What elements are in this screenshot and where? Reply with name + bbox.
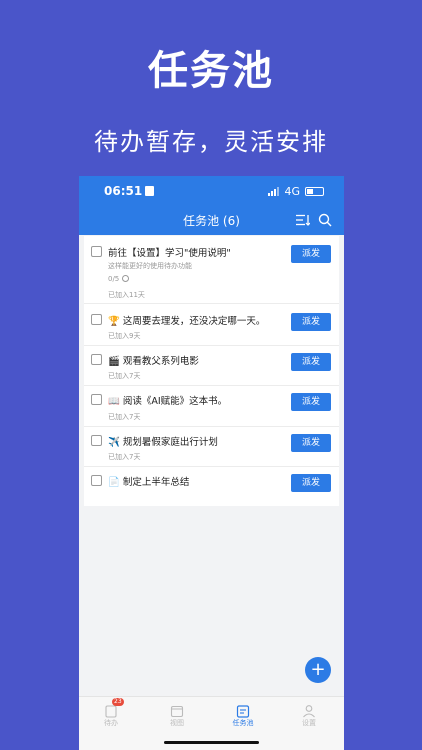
tab-label: 待办 — [104, 719, 118, 727]
task-checkbox[interactable] — [91, 246, 102, 257]
task-checkbox[interactable] — [91, 314, 102, 325]
task-title: 🏆 这周要去理发，还没决定哪一天。 — [108, 316, 266, 327]
nav-bar: 任务池 (6) — [79, 206, 344, 235]
lock-icon — [145, 186, 155, 196]
dispatch-button[interactable]: 派发 — [291, 313, 331, 331]
task-checkbox[interactable] — [91, 475, 102, 486]
person-icon — [302, 703, 316, 718]
tab-view[interactable]: 视图 — [157, 703, 197, 728]
task-title: 🎬 观看教父系列电影 — [108, 356, 199, 367]
promo-title: 任务池 — [148, 48, 274, 94]
expand-icon[interactable] — [122, 275, 130, 282]
task-desc: 这样能更好的使用待办功能 — [108, 262, 192, 270]
task-title: ✈️ 规划暑假家庭出行计划 — [108, 437, 218, 448]
task-checkbox[interactable] — [91, 394, 102, 405]
task-item[interactable]: 🎬 观看教父系列电影 已加入7天 派发 — [84, 346, 339, 386]
task-pool-icon — [236, 703, 250, 718]
tab-settings[interactable]: 设置 — [289, 703, 329, 728]
status-time: 06:51 — [104, 184, 143, 198]
task-item[interactable]: 📄 制定上半年总结 派发 — [84, 467, 339, 506]
status-indicators: 4G — [268, 185, 324, 198]
task-item[interactable]: 📖 阅读《AI赋能》这本书。 已加入7天 派发 — [84, 386, 339, 427]
task-added: 已加入7天 — [108, 453, 141, 461]
task-checkbox[interactable] — [91, 435, 102, 446]
task-progress-text: 0/5 — [108, 275, 120, 283]
battery-icon — [305, 187, 324, 196]
sort-icon[interactable] — [296, 214, 310, 226]
tab-task-pool[interactable]: 任务池 — [223, 703, 263, 728]
dispatch-button[interactable]: 派发 — [291, 245, 331, 263]
dispatch-button[interactable]: 派发 — [291, 353, 331, 371]
task-title: 前往【设置】学习"使用说明" — [108, 248, 231, 259]
task-list: 前往【设置】学习"使用说明" 这样能更好的使用待办功能 0/5 已加入11天 派… — [84, 236, 339, 506]
signal-icon — [268, 187, 280, 196]
home-indicator — [164, 741, 259, 744]
status-bar: 06:51 4G — [79, 176, 344, 206]
todo-badge: 23 — [112, 698, 124, 706]
tab-label: 视图 — [170, 719, 184, 727]
dispatch-button[interactable]: 派发 — [291, 474, 331, 492]
status-time-wrap: 06:51 — [104, 184, 155, 198]
add-task-button[interactable]: + — [305, 657, 331, 683]
task-added: 已加入7天 — [108, 372, 141, 380]
checklist-icon: 23 — [104, 698, 124, 718]
search-icon[interactable] — [318, 213, 332, 227]
dispatch-button[interactable]: 派发 — [291, 434, 331, 452]
task-added: 已加入9天 — [108, 332, 141, 340]
promo-subtitle: 待办暂存，灵活安排 — [94, 128, 328, 156]
task-item[interactable]: 前往【设置】学习"使用说明" 这样能更好的使用待办功能 0/5 已加入11天 派… — [84, 236, 339, 304]
tab-label: 任务池 — [232, 719, 254, 727]
tab-label: 设置 — [302, 719, 316, 727]
phone-screen: 06:51 4G 任务池 (6) 前往【设置】学习"使用说明" 这样能更好的使用… — [79, 176, 344, 750]
task-progress: 0/5 — [108, 275, 130, 283]
task-checkbox[interactable] — [91, 354, 102, 365]
task-added: 已加入7天 — [108, 413, 141, 421]
task-added: 已加入11天 — [108, 291, 145, 299]
task-item[interactable]: 🏆 这周要去理发，还没决定哪一天。 已加入9天 派发 — [84, 304, 339, 346]
tab-todo[interactable]: 23 待办 — [91, 698, 131, 728]
task-item[interactable]: ✈️ 规划暑假家庭出行计划 已加入7天 派发 — [84, 427, 339, 467]
task-title: 📄 制定上半年总结 — [108, 477, 190, 488]
calendar-icon — [170, 703, 184, 718]
dispatch-button[interactable]: 派发 — [291, 393, 331, 411]
task-title: 📖 阅读《AI赋能》这本书。 — [108, 396, 228, 407]
network-label: 4G — [284, 185, 300, 198]
